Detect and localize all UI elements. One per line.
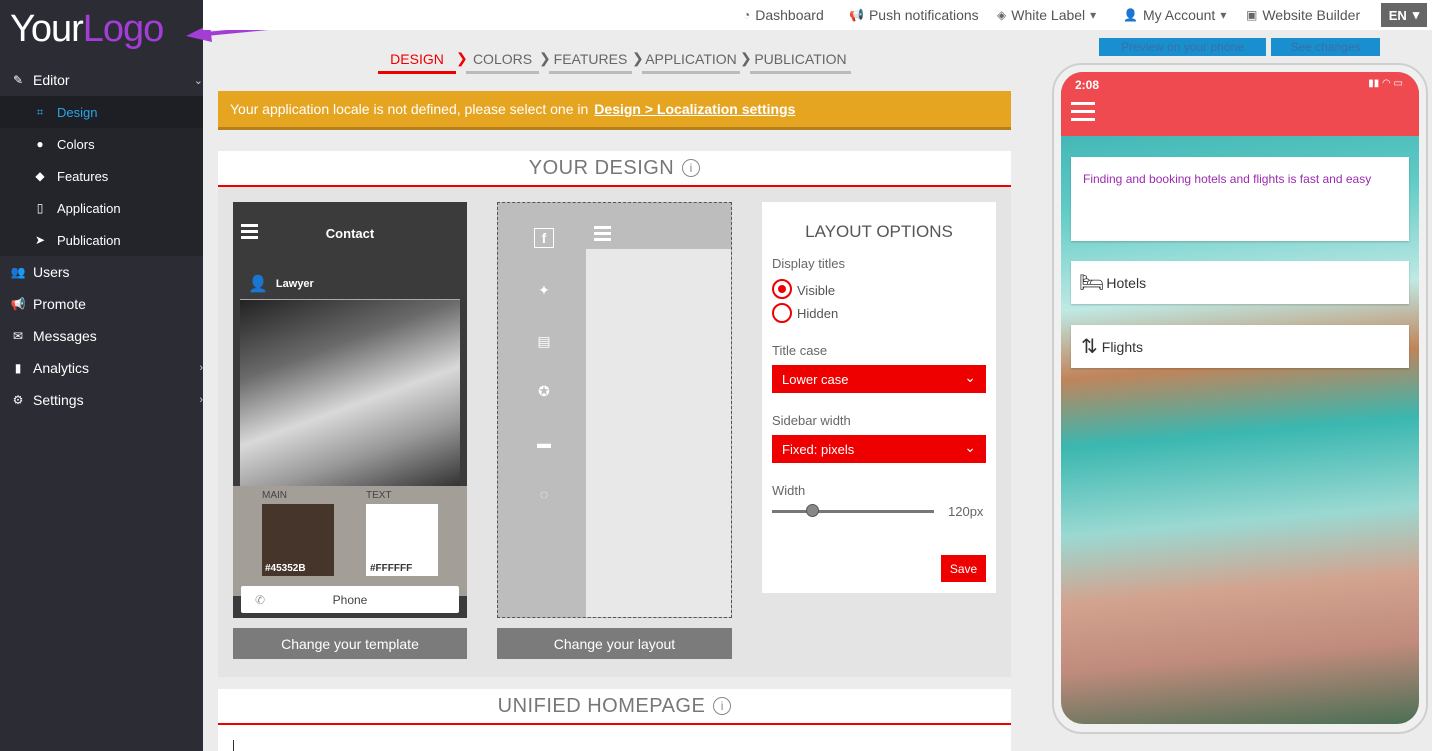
sidebar-item-publication[interactable]: ➤ Publication bbox=[0, 224, 203, 256]
envelope-icon: ✉ bbox=[12, 329, 24, 343]
caret-down-icon: ▾ bbox=[1220, 8, 1227, 22]
locale-warning-banner: Your application locale is not defined, … bbox=[218, 91, 1011, 130]
step-colors[interactable]: COLORS bbox=[466, 46, 539, 74]
preview-on-phone-button[interactable]: Preview on your phone bbox=[1099, 38, 1266, 56]
user-icon: 👤 bbox=[1123, 8, 1138, 22]
settings-icon: ◌ bbox=[539, 486, 549, 502]
my-account-menu[interactable]: 👤 My Account ▾ bbox=[1123, 7, 1226, 23]
chevron-right-icon: › bbox=[199, 394, 203, 406]
sidebar-item-analytics[interactable]: ▮ Analytics › bbox=[0, 352, 203, 384]
caret-down-icon: ▾ bbox=[1090, 8, 1097, 22]
template-title: Contact bbox=[325, 226, 375, 241]
width-value: 120px bbox=[948, 504, 984, 519]
status-icons: ▮▮ ◠ ▭ bbox=[1368, 78, 1403, 89]
width-slider-track[interactable] bbox=[772, 510, 934, 513]
chevron-down-icon: ⌄ bbox=[964, 369, 976, 385]
step-application[interactable]: APPLICATION bbox=[642, 46, 740, 74]
bed-icon: 🛏 bbox=[1079, 272, 1105, 294]
text-cursor bbox=[233, 740, 234, 751]
see-changes-button[interactable]: See changes bbox=[1271, 38, 1380, 56]
hamburger-icon[interactable] bbox=[1071, 102, 1095, 126]
swap-icon: ⇅ bbox=[1081, 336, 1098, 358]
sidebar-item-design[interactable]: ⌗ Design bbox=[0, 96, 203, 128]
width-slider-handle[interactable] bbox=[806, 504, 819, 517]
sidebar-item-users[interactable]: 👥 Users bbox=[0, 256, 203, 288]
document-icon: ▤ bbox=[537, 332, 551, 349]
template-photo bbox=[240, 300, 460, 486]
step-publication[interactable]: PUBLICATION bbox=[750, 46, 851, 74]
palette-icon: ● bbox=[36, 137, 44, 151]
hotels-item[interactable]: 🛏 Hotels bbox=[1071, 261, 1409, 304]
title-case-select[interactable]: Lower case ⌄ bbox=[772, 365, 986, 393]
sidebar: YourLogo ✎ Editor ⌄ ⌗ Design ● Colors ◆ Featu… bbox=[0, 0, 433, 751]
unified-homepage-header: UNIFIED HOMEPAGE i bbox=[218, 689, 1011, 725]
logo[interactable]: YourLogo bbox=[10, 8, 164, 51]
facebook-icon: f bbox=[534, 228, 554, 248]
pencil-icon: ✎ bbox=[12, 73, 24, 87]
dashboard-icon: ◔ bbox=[743, 8, 751, 22]
users-icon: 👥 bbox=[10, 265, 26, 279]
caret-down-icon: ▾ bbox=[1412, 7, 1420, 22]
bullhorn-icon: 📢 bbox=[849, 8, 864, 22]
radio-visible[interactable] bbox=[772, 279, 792, 299]
tag-icon: ◈ bbox=[997, 8, 1007, 22]
dashboard-link[interactable]: ◔ Dashboard bbox=[743, 7, 824, 23]
flights-item[interactable]: ⇅ Flights bbox=[1071, 325, 1409, 368]
sidebar-item-colors[interactable]: ● Colors bbox=[0, 128, 203, 160]
medal-icon: ✪ bbox=[538, 382, 550, 399]
change-template-button[interactable]: Change your template bbox=[233, 628, 467, 659]
sidebar-item-editor[interactable]: ✎ Editor ⌄ bbox=[0, 64, 203, 96]
template-preview: Contact 👤 Lawyer MAIN TEXT #45352B #FFFFF… bbox=[233, 202, 467, 618]
design-icon: ⌗ bbox=[36, 104, 44, 119]
info-icon[interactable]: i bbox=[682, 159, 701, 177]
chevron-down-icon: ⌄ bbox=[193, 74, 203, 87]
magic-icon: ✦ bbox=[538, 281, 550, 298]
cube-icon: ◆ bbox=[35, 169, 45, 183]
white-label-menu[interactable]: ◈ White Label ▾ bbox=[997, 7, 1096, 23]
mobile-icon: ▯ bbox=[36, 201, 44, 215]
sidebar-item-settings[interactable]: ⚙ Settings › bbox=[0, 384, 203, 416]
change-layout-button[interactable]: Change your layout bbox=[497, 628, 732, 659]
chevron-right-icon: › bbox=[199, 362, 203, 374]
radio-hidden[interactable] bbox=[772, 303, 792, 323]
send-icon: ➤ bbox=[34, 233, 46, 247]
language-selector[interactable]: EN ▾ bbox=[1381, 3, 1427, 27]
chevron-down-icon: ⌄ bbox=[964, 439, 976, 455]
sidebar-item-messages[interactable]: ✉ Messages bbox=[0, 320, 203, 352]
template-phone-row: ✆ Phone bbox=[241, 586, 459, 613]
step-features[interactable]: FEATURES bbox=[549, 46, 632, 74]
bar-chart-icon: ▮ bbox=[14, 361, 22, 375]
sidebar-item-promote[interactable]: 📢 Promote bbox=[0, 288, 203, 320]
user-icon: 👤 bbox=[248, 275, 268, 293]
phone-screen: 2:08 ▮▮ ◠ ▭ Finding and booking hotels a… bbox=[1061, 72, 1419, 724]
step-design[interactable]: DESIGN bbox=[378, 46, 456, 74]
localization-settings-link[interactable]: Design > Localization settings bbox=[594, 101, 795, 117]
layout-preview: f ✦ ▤ ✪ ▬ ◌ bbox=[497, 202, 732, 618]
sidebar-item-features[interactable]: ◆ Features bbox=[0, 160, 203, 192]
design-section-header: YOUR DESIGN i bbox=[218, 151, 1011, 187]
phone-icon: ✆ bbox=[255, 592, 266, 607]
layout-options-panel: LAYOUT OPTIONS Display titles Visible Hi… bbox=[762, 202, 996, 593]
unified-homepage-body bbox=[218, 725, 1011, 751]
push-notifications-link[interactable]: 📢 Push notifications bbox=[849, 7, 979, 23]
website-builder-link[interactable]: ▣ Website Builder bbox=[1246, 7, 1360, 23]
app-header: 2:08 ▮▮ ◠ ▭ bbox=[1061, 72, 1419, 136]
bullhorn-icon: 📢 bbox=[10, 297, 26, 311]
cogs-icon: ⚙ bbox=[12, 393, 24, 407]
builder-icon: ▣ bbox=[1246, 8, 1258, 22]
hamburger-icon bbox=[594, 226, 611, 241]
sidebar-item-application[interactable]: ▯ Application bbox=[0, 192, 203, 224]
info-icon[interactable]: i bbox=[713, 697, 732, 715]
intro-card: Finding and booking hotels and flights i… bbox=[1071, 157, 1409, 241]
template-person-row: 👤 Lawyer bbox=[240, 268, 460, 300]
layout-options-title: LAYOUT OPTIONS bbox=[805, 222, 953, 241]
card-icon: ▬ bbox=[537, 435, 551, 451]
sidebar-width-select[interactable]: Fixed: pixels ⌄ bbox=[772, 435, 986, 463]
save-button[interactable]: Save bbox=[941, 555, 986, 582]
